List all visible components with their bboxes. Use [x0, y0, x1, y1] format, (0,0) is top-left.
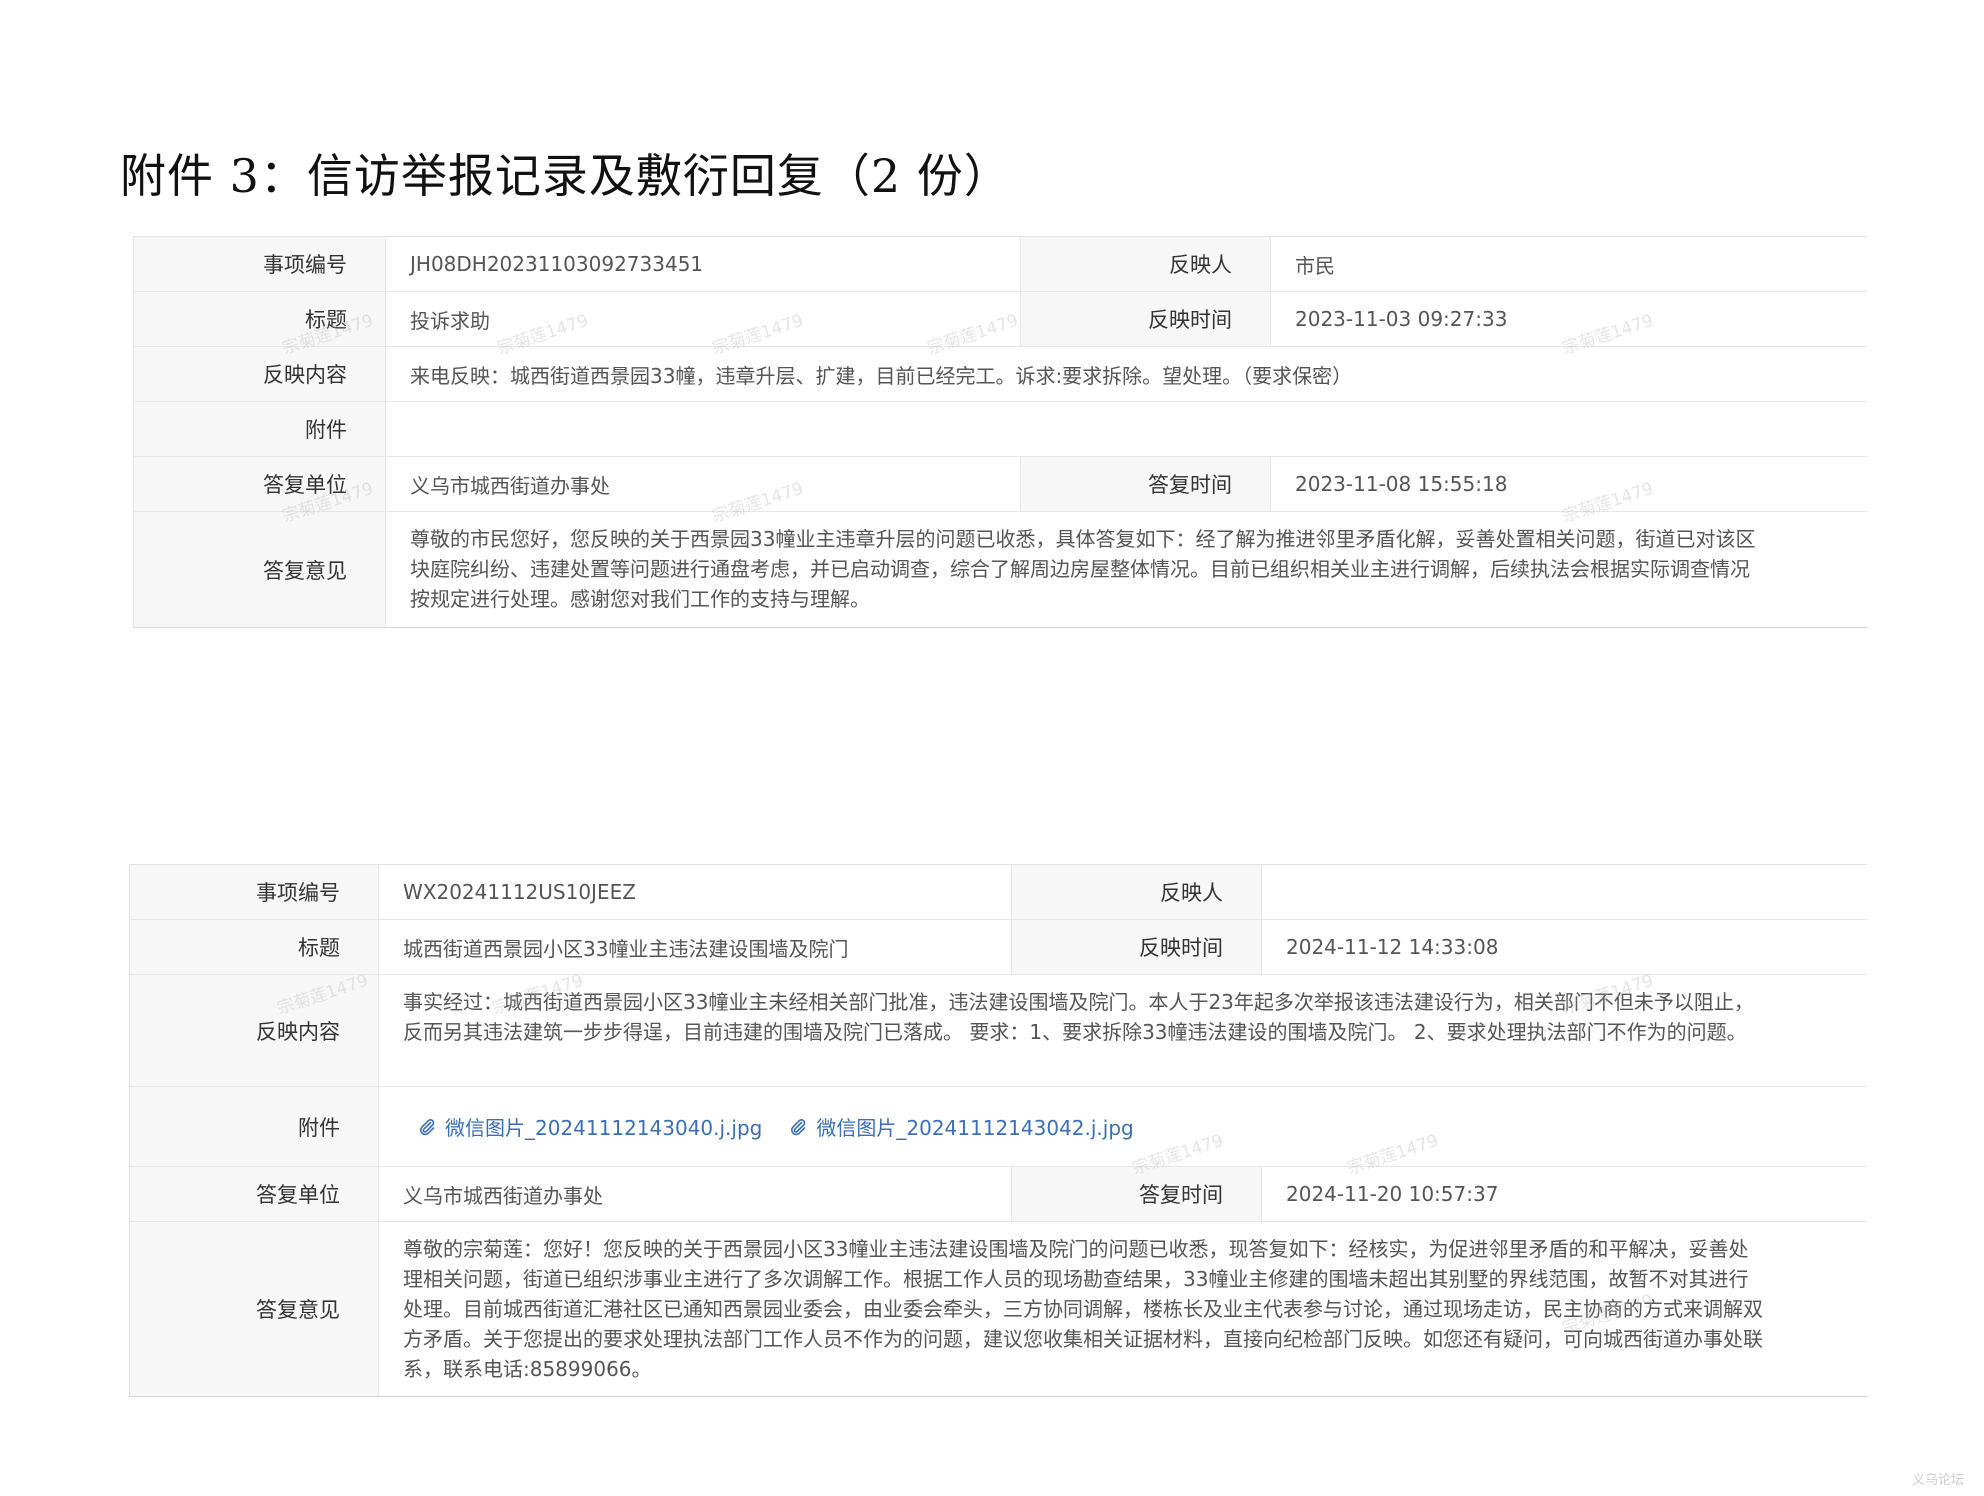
reply-unit-label: 答复单位	[130, 1167, 379, 1221]
title-label: 标题	[130, 920, 379, 974]
row-reply-opinion: 答复意见 尊敬的宗菊莲：您好！您反映的关于西景园小区33幢业主违法建设围墙及院门…	[130, 1222, 1867, 1396]
attachment-link-2[interactable]: 微信图片_20241112143042.j.jpg	[788, 1112, 1134, 1141]
attachment-label: 附件	[134, 402, 386, 456]
row-title: 标题 城西街道西景园小区33幢业主违法建设围墙及院门 反映时间 2024-11-…	[130, 920, 1867, 975]
content-label: 反映内容	[134, 347, 386, 401]
content-value: 来电反映：城西街道西景园33幢，违章升层、扩建，目前已经完工。诉求:要求拆除。望…	[410, 363, 1353, 388]
reply-opinion-label: 答复意见	[130, 1222, 379, 1396]
item-no-label: 事项编号	[130, 865, 379, 919]
paperclip-icon	[419, 1118, 435, 1135]
attachment-list: 微信图片_20241112143040.j.jpg 微信图片_202411121…	[379, 1112, 1134, 1141]
row-attachment: 附件	[134, 402, 1867, 457]
row-title: 标题 投诉求助 反映时间 2023-11-03 09:27:33	[134, 292, 1867, 347]
reply-opinion-value: 尊敬的市民您好，您反映的关于西景园33幢业主违章升层的问题已收悉，具体答复如下：…	[410, 527, 1756, 611]
report-time-value: 2023-11-03 09:27:33	[1295, 307, 1508, 331]
reply-time-value: 2023-11-08 15:55:18	[1295, 472, 1508, 496]
reply-time-label: 答复时间	[1012, 1167, 1262, 1221]
complaint-record-1: 事项编号 JH08DH20231103092733451 反映人 市民 标题 投…	[133, 236, 1867, 628]
page-title: 附件 3：信访举报记录及敷衍回复（2 份）	[120, 149, 1011, 203]
reporter-value: 市民	[1295, 253, 1335, 278]
item-no-value: JH08DH20231103092733451	[386, 237, 1021, 291]
reply-opinion-value: 尊敬的宗菊莲：您好！您反映的关于西景园小区33幢业主违法建设围墙及院门的问题已收…	[403, 1237, 1763, 1381]
row-content: 反映内容 事实经过：城西街道西景园小区33幢业主未经相关部门批准，违法建设围墙及…	[130, 975, 1867, 1087]
reporter-label: 反映人	[1012, 865, 1262, 919]
attachment-link-1[interactable]: 微信图片_20241112143040.j.jpg	[417, 1112, 762, 1141]
attachment-value: 微信图片_20241112143040.j.jpg 微信图片_202411121…	[379, 1087, 1867, 1166]
row-content: 反映内容 来电反映：城西街道西景园33幢，违章升层、扩建，目前已经完工。诉求:要…	[134, 347, 1867, 402]
attachment-label: 附件	[130, 1087, 379, 1166]
title-value: 投诉求助	[386, 292, 1021, 346]
attachment-name: 微信图片_20241112143042.j.jpg	[816, 1116, 1134, 1140]
report-time-label: 反映时间	[1012, 920, 1262, 974]
attachment-value	[386, 402, 1867, 456]
complaint-record-2: 事项编号 WX20241112US10JEEZ 反映人 标题 城西街道西景园小区…	[129, 864, 1867, 1397]
attachment-name: 微信图片_20241112143040.j.jpg	[445, 1116, 763, 1140]
row-reply-opinion: 答复意见 尊敬的市民您好，您反映的关于西景园33幢业主违章升层的问题已收悉，具体…	[134, 512, 1867, 627]
reply-unit-value: 义乌市城西街道办事处	[386, 457, 1021, 511]
reply-time-value: 2024-11-20 10:57:37	[1286, 1182, 1499, 1206]
reporter-value	[1262, 865, 1867, 919]
row-reply-unit: 答复单位 义乌市城西街道办事处 答复时间 2023-11-08 15:55:18	[134, 457, 1867, 512]
reply-unit-label: 答复单位	[134, 457, 386, 511]
corner-logo: 义乌论坛	[1911, 1473, 1964, 1488]
row-item-no: 事项编号 WX20241112US10JEEZ 反映人	[130, 865, 1867, 920]
title-label: 标题	[134, 292, 386, 346]
row-item-no: 事项编号 JH08DH20231103092733451 反映人 市民	[134, 237, 1867, 292]
reply-unit-value: 义乌市城西街道办事处	[379, 1167, 1012, 1221]
report-time-label: 反映时间	[1021, 292, 1271, 346]
content-value: 事实经过：城西街道西景园小区33幢业主未经相关部门批准，违法建设围墙及院门。本人…	[403, 990, 1754, 1044]
item-no-value: WX20241112US10JEEZ	[379, 865, 1012, 919]
row-reply-unit: 答复单位 义乌市城西街道办事处 答复时间 2024-11-20 10:57:37	[130, 1167, 1867, 1222]
report-time-value: 2024-11-12 14:33:08	[1286, 935, 1499, 959]
reply-opinion-label: 答复意见	[134, 512, 386, 627]
row-attachment: 附件 微信图片_20241112143040.j.jpg 微信图片_202411…	[130, 1087, 1867, 1167]
title-value: 城西街道西景园小区33幢业主违法建设围墙及院门	[379, 920, 1012, 974]
reporter-label: 反映人	[1021, 237, 1271, 291]
paperclip-icon	[791, 1118, 806, 1135]
reply-time-label: 答复时间	[1021, 457, 1271, 511]
content-label: 反映内容	[130, 975, 379, 1086]
item-no-label: 事项编号	[134, 237, 386, 291]
